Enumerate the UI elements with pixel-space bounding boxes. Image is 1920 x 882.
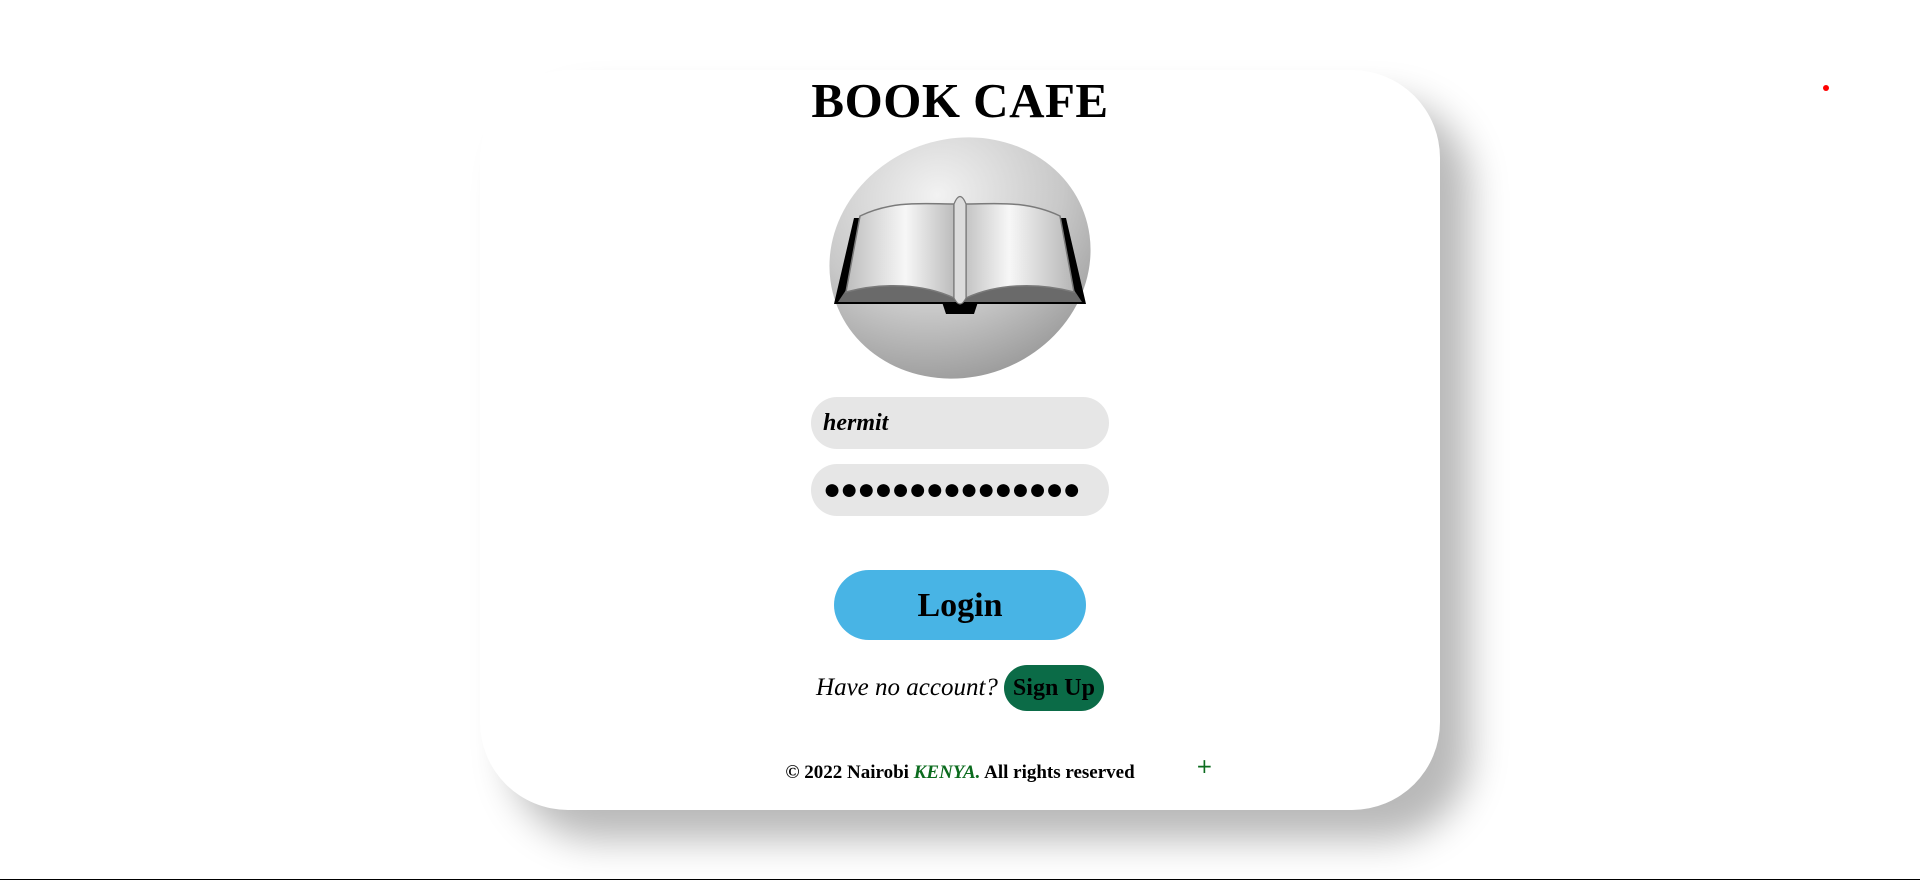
login-button[interactable]: Login <box>834 570 1086 640</box>
page: BOOK CAFE hermit ●●●●●●●●●●●●●●● Login H… <box>0 0 1920 882</box>
open-book-icon <box>829 137 1091 379</box>
footer-country: KENYA. <box>913 762 981 783</box>
footer-suffix: All rights reserved <box>980 762 1135 783</box>
signup-prompt: Have no account? <box>816 674 998 701</box>
username-field[interactable] <box>811 397 1109 449</box>
signup-button[interactable]: Sign Up <box>1003 665 1104 711</box>
footer-copyright: © 2022 Nairobi KENYA. All rights reserve… <box>480 762 1440 784</box>
password-field[interactable] <box>811 464 1109 516</box>
red-dot-marker <box>1823 85 1829 91</box>
signup-row: Have no account? Sign Up <box>480 664 1440 712</box>
plus-icon: + <box>1196 754 1213 778</box>
bottom-divider <box>0 879 1920 880</box>
footer-prefix: © 2022 Nairobi <box>785 762 914 783</box>
app-title: BOOK CAFE <box>811 73 1109 128</box>
login-card: BOOK CAFE hermit ●●●●●●●●●●●●●●● Login H… <box>480 70 1440 810</box>
